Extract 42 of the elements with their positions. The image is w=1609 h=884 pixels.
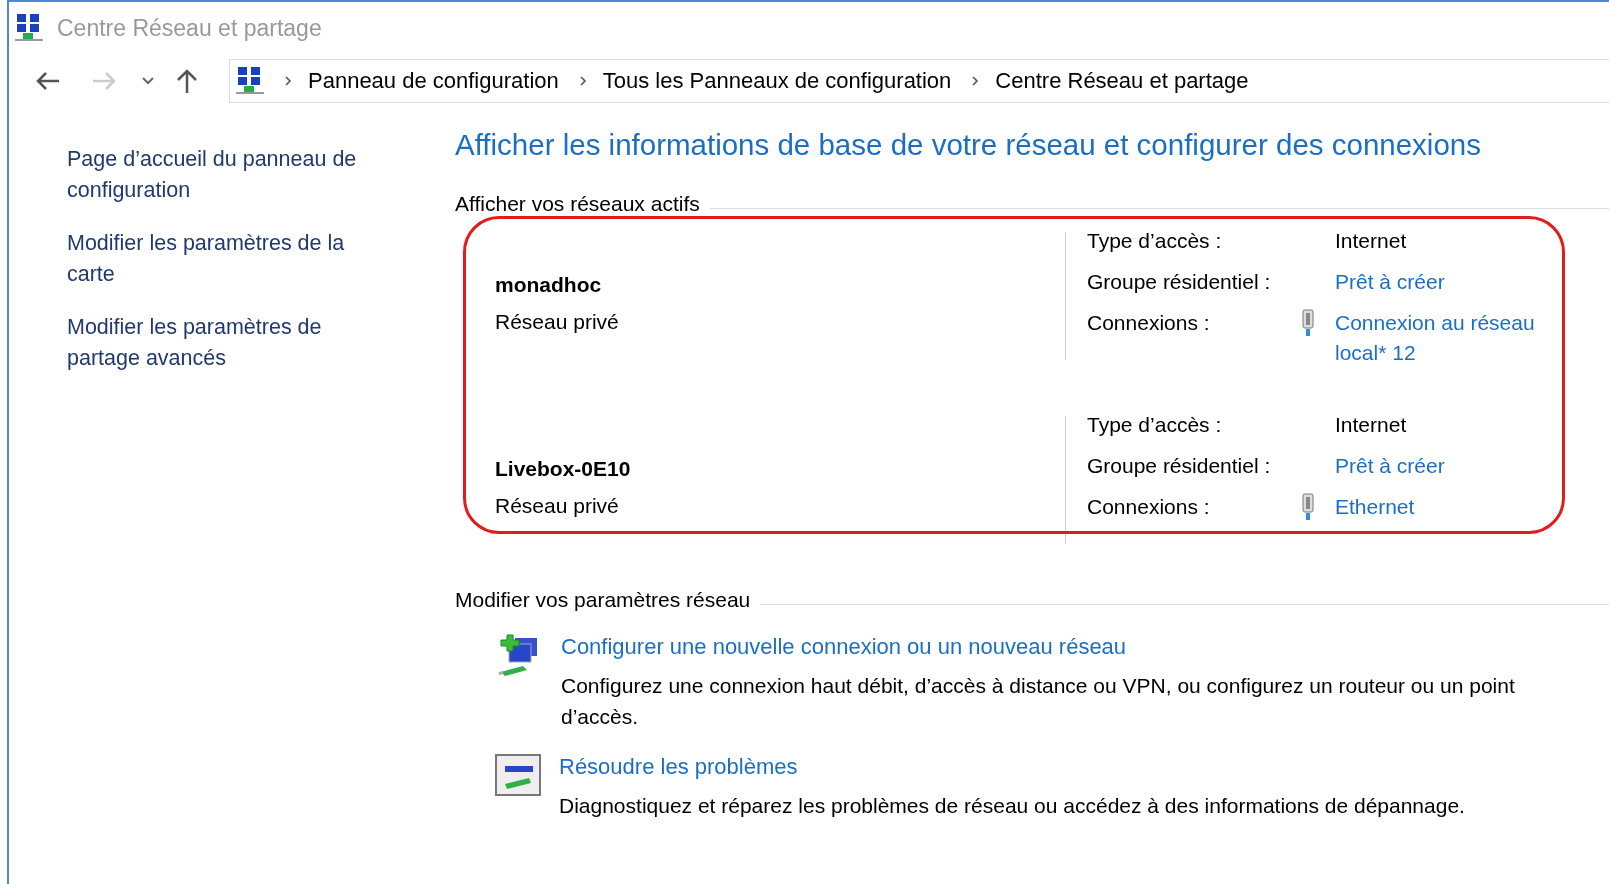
breadcrumb-item[interactable]: Tous les Panneaux de configuration	[602, 68, 952, 94]
network-icon	[15, 13, 43, 43]
field-label: Groupe résidentiel :	[1087, 453, 1272, 479]
chevron-right-icon	[578, 75, 587, 87]
homegroup-link[interactable]: Prêt à créer	[1335, 267, 1565, 297]
up-arrow-icon[interactable]	[175, 68, 199, 94]
section-title: Afficher vos réseaux actifs	[455, 192, 700, 216]
field-label: Type d’accès :	[1087, 412, 1223, 438]
network-icon	[236, 66, 264, 96]
troubleshoot-icon	[495, 754, 541, 796]
task-description: Configurez une connexion haut débit, d’accès à distance ou VPN, ou configurez un routeur ou un point d’accès.	[561, 673, 1516, 730]
network-adapter-icon	[1301, 309, 1315, 337]
network-category: Réseau privé	[495, 493, 620, 519]
field-label: Connexions :	[1087, 310, 1211, 336]
homegroup-link[interactable]: Prêt à créer	[1335, 451, 1565, 481]
chevron-down-icon[interactable]	[141, 76, 155, 86]
task-description: Diagnostiquez et réparez les problèmes de réseau ou accédez à des informations de dépannage.	[559, 793, 1466, 819]
window-title: Centre Réseau et partage	[57, 14, 322, 42]
field-label: Type d’accès :	[1087, 228, 1223, 254]
breadcrumb-item[interactable]: Centre Réseau et partage	[995, 68, 1249, 94]
connection-link[interactable]: Connexion au réseau local* 12	[1335, 308, 1565, 368]
breadcrumb-item[interactable]: Panneau de configuration	[308, 68, 559, 94]
sidebar-link[interactable]: Page d’accueil du panneau de configuration	[67, 144, 397, 206]
connection-link[interactable]: Ethernet	[1335, 492, 1565, 522]
chevron-right-icon	[284, 75, 292, 87]
field-label: Groupe résidentiel :	[1087, 269, 1272, 295]
access-type-value: Internet	[1335, 228, 1408, 254]
task-link[interactable]: Configurer une nouvelle connexion ou un nouveau réseau	[561, 634, 1591, 660]
chevron-right-icon	[971, 75, 980, 87]
network-name: monadhoc	[495, 272, 603, 298]
sidebar-link[interactable]: Modifier les paramètres de la carte	[67, 228, 397, 290]
page-heading: Afficher les informations de base de votre réseau et configurer des connexions	[455, 127, 1482, 162]
access-type-value: Internet	[1335, 412, 1408, 438]
task-link[interactable]: Résoudre les problèmes	[559, 754, 1589, 780]
network-name: Livebox-0E10	[495, 456, 632, 482]
network-adapter-icon	[1301, 493, 1315, 521]
section-title: Modifier vos paramètres réseau	[455, 588, 751, 612]
field-label: Connexions :	[1087, 494, 1211, 520]
sidebar-link[interactable]: Modifier les paramètres de partage avancés	[67, 312, 397, 374]
network-category: Réseau privé	[495, 309, 620, 335]
back-arrow-icon[interactable]	[35, 70, 61, 92]
address-bar[interactable]: Panneau de configuration Tous les Panneaux de configuration Centre Réseau et partage	[229, 59, 1609, 103]
